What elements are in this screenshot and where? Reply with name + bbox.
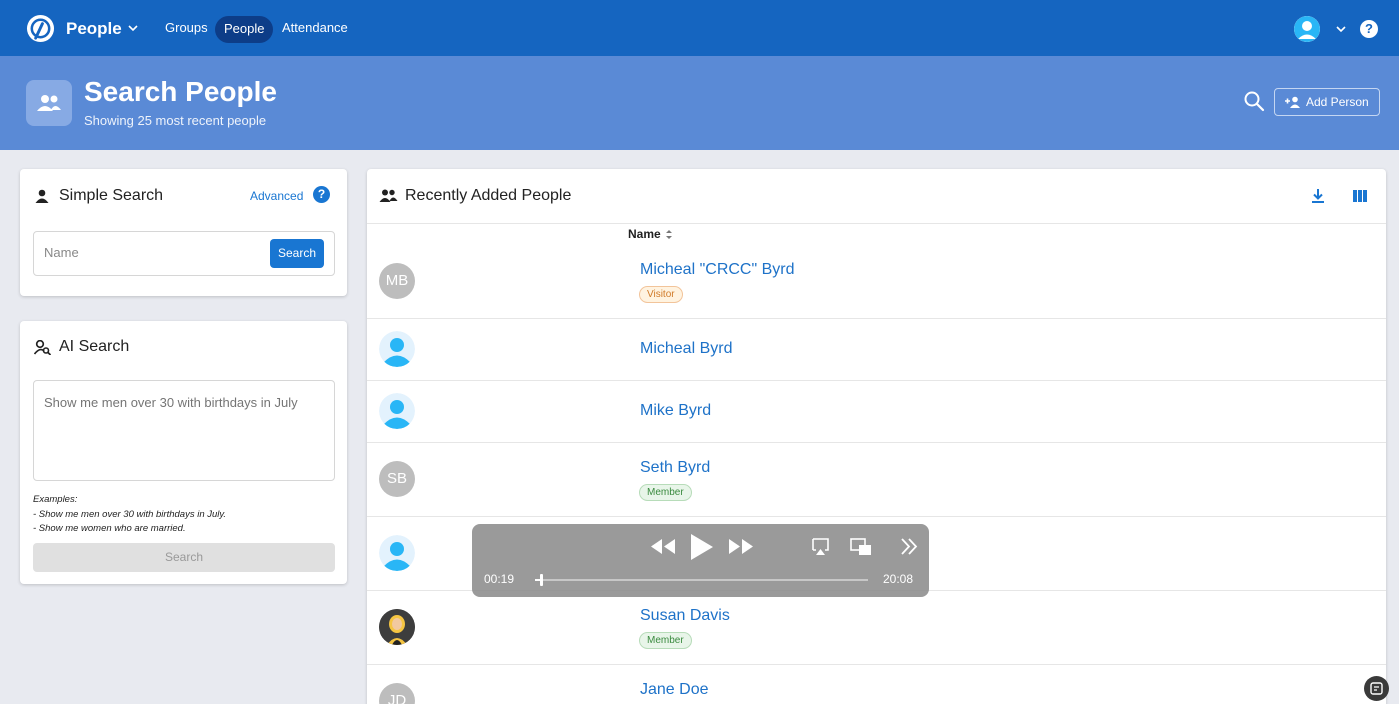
avatar: SB (379, 461, 415, 497)
help-icon[interactable]: ? (1360, 20, 1378, 38)
ai-query-input[interactable] (44, 395, 324, 440)
examples-title: Examples: (33, 494, 78, 505)
avatar (379, 535, 415, 571)
search-button[interactable]: Search (270, 239, 324, 268)
table-row[interactable]: MB Micheal "CRCC" Byrd Visitor (367, 240, 1386, 319)
person-icon (35, 189, 49, 203)
person-icon (379, 331, 415, 367)
page-subtitle: Showing 25 most recent people (84, 113, 267, 128)
table-row[interactable]: Micheal Byrd (367, 319, 1386, 381)
page-header: Search People Showing 25 most recent peo… (0, 56, 1399, 150)
table-row[interactable]: Susan Davis Member (367, 591, 1386, 665)
ai-search-card: AI Search Examples: - Show me men over 3… (20, 321, 347, 584)
sort-icon (665, 229, 672, 239)
person-name-link[interactable]: Micheal Byrd (640, 340, 732, 358)
ai-examples: Examples: - Show me men over 30 with bir… (33, 493, 226, 537)
search-icon[interactable] (1243, 90, 1265, 112)
screenshot-icon (1370, 682, 1383, 695)
avatar (379, 331, 415, 367)
avatar (379, 609, 415, 645)
people-icon (26, 80, 72, 126)
example-item: - Show me men over 30 with birthdays in … (33, 508, 227, 520)
chevron-right-double-icon[interactable] (900, 538, 918, 555)
top-navbar: People Groups People Attendance ? (0, 0, 1399, 56)
column-header-label: Name (628, 227, 661, 241)
user-avatar[interactable] (1294, 16, 1320, 42)
table-row[interactable]: SB Seth Byrd Member (367, 443, 1386, 517)
rewind-icon[interactable] (650, 538, 676, 555)
person-search-icon (34, 340, 51, 355)
person-name-link[interactable]: Micheal "CRCC" Byrd (640, 261, 795, 279)
advanced-search-link[interactable]: Advanced (250, 189, 303, 203)
chevron-down-icon[interactable] (127, 22, 139, 34)
person-name-link[interactable]: Susan Davis (640, 607, 730, 625)
screenshot-tool-button[interactable] (1364, 676, 1389, 701)
play-icon[interactable] (689, 533, 715, 561)
person-photo-icon (379, 609, 415, 645)
airplay-icon[interactable] (811, 538, 830, 556)
person-icon (379, 393, 415, 429)
person-name-link[interactable]: Seth Byrd (640, 459, 710, 477)
nav-groups[interactable]: Groups (165, 20, 208, 35)
table-row[interactable]: Mike Byrd (367, 381, 1386, 443)
status-badge: Member (639, 484, 692, 501)
name-field: Search (33, 231, 335, 276)
download-icon[interactable] (1309, 187, 1327, 205)
simple-search-title: Simple Search (59, 187, 164, 204)
recent-people-title: Recently Added People (405, 187, 572, 204)
total-time: 20:08 (883, 572, 914, 586)
fast-forward-icon[interactable] (728, 538, 754, 555)
video-player-overlay: 00:19 20:08 (472, 524, 929, 597)
person-icon (1294, 16, 1320, 42)
status-badge: Visitor (639, 286, 683, 303)
scrubber-handle[interactable] (540, 574, 544, 586)
elapsed-time: 00:19 (484, 572, 515, 586)
avatar: JD (379, 683, 415, 704)
people-icon (379, 189, 398, 202)
person-name-link[interactable]: Jane Doe (640, 681, 709, 699)
page-title: Search People (84, 76, 277, 107)
column-header-name[interactable]: Name (628, 227, 673, 241)
person-name-link[interactable]: Mike Byrd (640, 402, 711, 420)
status-badge: Member (639, 632, 692, 649)
person-icon (379, 535, 415, 571)
add-person-button[interactable]: Add Person (1274, 88, 1380, 116)
table-row[interactable]: JD Jane Doe (367, 665, 1386, 704)
divider (367, 223, 1386, 224)
ai-search-button[interactable]: Search (33, 543, 335, 572)
example-item: - Show me women who are married. (33, 523, 186, 534)
nav-people[interactable]: People (215, 16, 274, 43)
app-title[interactable]: People (66, 19, 122, 39)
app-logo-icon[interactable] (26, 14, 55, 43)
simple-search-card: Simple Search Advanced ? Search (20, 169, 347, 296)
avatar: MB (379, 263, 415, 299)
help-icon[interactable]: ? (313, 186, 330, 203)
chevron-down-icon[interactable] (1335, 23, 1347, 35)
avatar (379, 393, 415, 429)
add-person-label: Add Person (1306, 95, 1369, 109)
ai-search-title: AI Search (59, 338, 130, 355)
video-scrubber[interactable] (535, 574, 868, 586)
add-person-icon (1285, 96, 1300, 108)
name-input[interactable] (44, 245, 259, 260)
recent-people-card: Recently Added People Name MB Micheal "C… (367, 169, 1386, 704)
columns-icon[interactable] (1351, 187, 1369, 205)
nav-attendance[interactable]: Attendance (282, 20, 348, 35)
picture-in-picture-icon[interactable] (850, 538, 872, 556)
ai-query-field (33, 380, 335, 481)
